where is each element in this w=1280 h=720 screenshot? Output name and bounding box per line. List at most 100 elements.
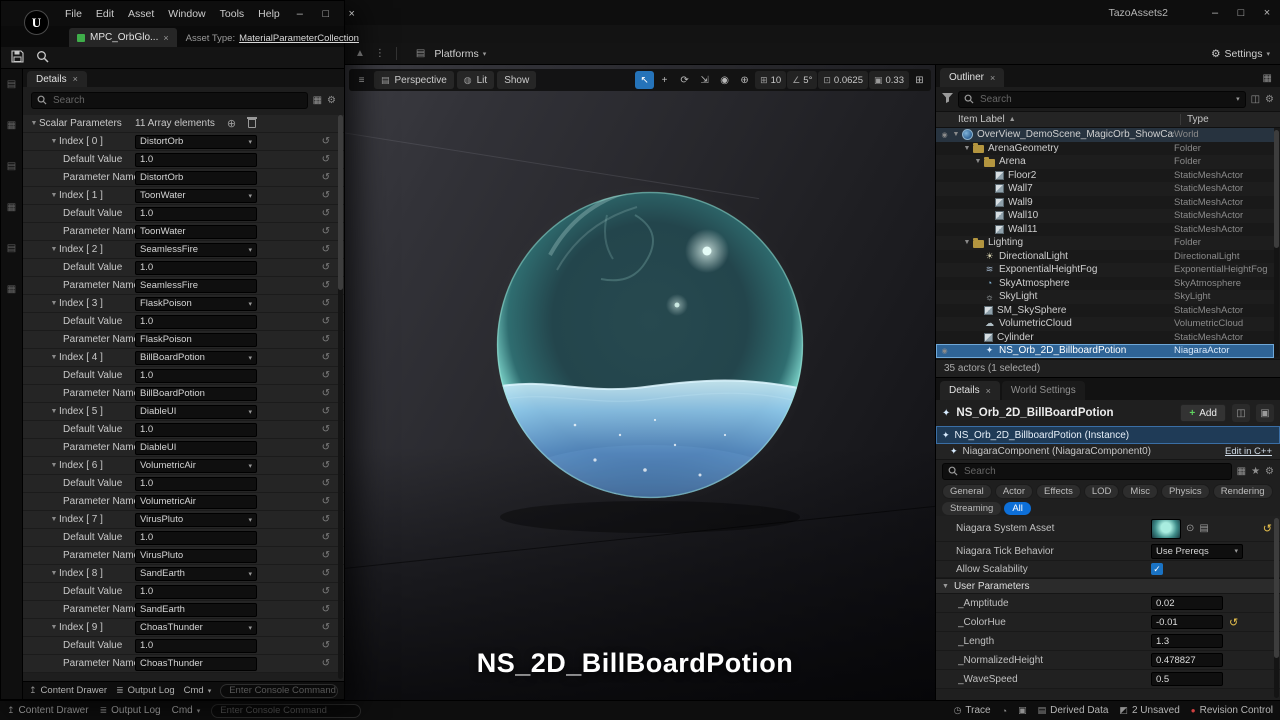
side-tab-icon[interactable]: ▤	[7, 161, 16, 172]
show-dropdown[interactable]: Show	[497, 71, 536, 89]
mpc-search-input[interactable]	[51, 94, 302, 107]
reset-icon[interactable]: ↺	[322, 334, 330, 345]
outliner-row[interactable]: ◉ ▼ Wall7 StaticMeshActor	[936, 182, 1274, 196]
details-search-input[interactable]	[962, 465, 1226, 478]
outliner-row[interactable]: ◉ ▼ VolumetricCloud VolumetricCloud	[936, 317, 1274, 331]
minimize-button[interactable]: –	[1202, 0, 1228, 25]
outliner-row[interactable]: ◉ ▼ ArenaGeometry Folder	[936, 142, 1274, 156]
level-viewport[interactable]: NS_2D_BillBoardPotion ≡ ▤ Perspective ◍ …	[345, 65, 935, 700]
user-parameter-value-field[interactable]: 1.3	[1151, 634, 1223, 648]
rotation-snap-control[interactable]: ∠ 5°	[787, 71, 817, 89]
filter-funnel-icon[interactable]	[942, 93, 953, 106]
reset-icon[interactable]: ↺	[322, 172, 330, 183]
outliner-row[interactable]: ◉ ▼ Wall10 StaticMeshActor	[936, 209, 1274, 223]
reset-icon[interactable]: ↺	[322, 190, 330, 201]
menu-item[interactable]: Tools	[213, 8, 252, 20]
details-settings-icon[interactable]: ⚙	[1265, 466, 1274, 477]
parameter-dropdown[interactable]: SandEarth ▾	[135, 567, 257, 581]
output-log-button[interactable]: ≣ Output Log	[116, 685, 175, 696]
expander-icon[interactable]: ▼	[49, 300, 59, 307]
default-value-field[interactable]: 1.0	[135, 153, 257, 167]
parameter-dropdown[interactable]: DistortOrb ▾	[135, 135, 257, 149]
content-drawer-button[interactable]: ↥ Content Drawer	[7, 705, 89, 716]
close-button[interactable]: ×	[1254, 0, 1280, 25]
tab-outliner[interactable]: Outliner ×	[940, 68, 1004, 87]
expander-icon[interactable]: ▼	[49, 192, 59, 199]
reset-icon[interactable]: ↺	[322, 532, 330, 543]
default-value-field[interactable]: 1.0	[135, 207, 257, 221]
reset-to-default-icon[interactable]: ↺	[1229, 616, 1238, 629]
snapshot-icon[interactable]: ▣	[1018, 705, 1027, 716]
add-element-icon[interactable]: ⊕	[227, 117, 236, 130]
asset-thumbnail[interactable]	[1151, 519, 1181, 539]
parameter-name-field[interactable]: VirusPluto	[135, 549, 257, 563]
tick-behavior-dropdown[interactable]: Use Prereqs ▾	[1151, 544, 1243, 559]
reset-icon[interactable]: ↺	[322, 226, 330, 237]
default-value-field[interactable]: 1.0	[135, 639, 257, 653]
details-scrollbar[interactable]	[1274, 518, 1279, 698]
reset-icon[interactable]: ↺	[322, 352, 330, 363]
side-tab-icon[interactable]: ▦	[7, 284, 16, 295]
dock-options-icon[interactable]: ▦	[1263, 73, 1272, 84]
scale-snap-control[interactable]: ⊡ 0.0625	[818, 71, 868, 89]
outliner-row[interactable]: ◉ ▼ Arena Folder	[936, 155, 1274, 169]
reset-icon[interactable]: ↺	[322, 442, 330, 453]
category-tab[interactable]: Effects	[1036, 484, 1081, 499]
menu-item[interactable]: File	[58, 8, 89, 20]
filter-all[interactable]: All	[1004, 502, 1031, 515]
details-lock-icon[interactable]: ▣	[1256, 404, 1274, 422]
side-tab-icon[interactable]: ▦	[7, 120, 16, 131]
section-user-parameters[interactable]: ▼ User Parameters	[936, 578, 1280, 594]
close-icon[interactable]: ×	[163, 33, 168, 43]
outliner-save-icon[interactable]: ◫	[1251, 94, 1260, 105]
parameter-index-row[interactable]: ▼ Index [ 0 ] DistortOrb ▾ ↺	[23, 133, 344, 151]
minimize-button[interactable]: –	[287, 1, 313, 26]
reset-icon[interactable]: ↺	[322, 514, 330, 525]
surface-snap-icon[interactable]: ⊕	[735, 71, 754, 89]
maximize-viewport-icon[interactable]: ⊞	[910, 71, 929, 89]
revision-control-button[interactable]: ● Revision Control	[1191, 705, 1273, 716]
category-tab[interactable]: Actor	[995, 484, 1033, 499]
parameter-dropdown[interactable]: SeamlessFire ▾	[135, 243, 257, 257]
reset-icon[interactable]: ↺	[322, 154, 330, 165]
category-tab[interactable]: General	[942, 484, 992, 499]
outliner-row[interactable]: ◉ ▼ NS_Orb_2D_BillboardPotion NiagaraAct…	[936, 344, 1274, 358]
parameter-name-field[interactable]: FlaskPoison	[135, 333, 257, 347]
select-tool-icon[interactable]: ↖	[635, 71, 654, 89]
parameter-index-row[interactable]: ▼ Index [ 8 ] SandEarth ▾ ↺	[23, 565, 344, 583]
allow-scalability-checkbox[interactable]: ✓	[1151, 563, 1163, 575]
menu-item[interactable]: Help	[251, 8, 287, 20]
menu-item[interactable]: Edit	[89, 8, 121, 20]
details-grid-icon[interactable]: ▦	[1237, 466, 1246, 477]
parameter-dropdown[interactable]: FlaskPoison ▾	[135, 297, 257, 311]
category-tab[interactable]: LOD	[1084, 484, 1120, 499]
parameter-index-row[interactable]: ▼ Index [ 2 ] SeamlessFire ▾ ↺	[23, 241, 344, 259]
parameter-index-row[interactable]: ▼ Index [ 4 ] BillBoardPotion ▾ ↺	[23, 349, 344, 367]
expander-icon[interactable]: ▼	[49, 516, 59, 523]
default-value-field[interactable]: 1.0	[135, 585, 257, 599]
asset-tab[interactable]: MPC_OrbGlo... ×	[69, 28, 177, 47]
side-tab-icon[interactable]: ▦	[7, 202, 16, 213]
reset-icon[interactable]: ↺	[322, 406, 330, 417]
outliner-row[interactable]: ◉ ▼ Lighting Folder	[936, 236, 1274, 250]
outliner-row[interactable]: ◉ ▼ Floor2 StaticMeshActor	[936, 169, 1274, 183]
outliner-row[interactable]: ◉ ▼ OverView_DemoScene_MagicOrb_ShowCase…	[936, 128, 1274, 142]
parameter-dropdown[interactable]: VirusPluto ▾	[135, 513, 257, 527]
column-type[interactable]: Type	[1180, 114, 1280, 125]
world-space-icon[interactable]: ◉	[715, 71, 734, 89]
favorites-star-icon[interactable]: ★	[1251, 466, 1260, 477]
expander-icon[interactable]: ▼	[962, 239, 972, 246]
reset-icon[interactable]: ↺	[322, 370, 330, 381]
expander-icon[interactable]: ▼	[962, 145, 972, 152]
more-options-icon[interactable]: ⋮	[375, 48, 385, 59]
outliner-row[interactable]: ◉ ▼ DirectionalLight DirectionalLight	[936, 250, 1274, 264]
parameter-index-row[interactable]: ▼ Index [ 9 ] ChoasThunder ▾ ↺	[23, 619, 344, 637]
parameter-index-row[interactable]: ▼ Index [ 5 ] DiableUI ▾ ↺	[23, 403, 344, 421]
reset-icon[interactable]: ↺	[322, 496, 330, 507]
parameter-name-field[interactable]: ToonWater	[135, 225, 257, 239]
default-value-field[interactable]: 1.0	[135, 261, 257, 275]
content-drawer-button[interactable]: ↥ Content Drawer	[29, 685, 107, 696]
chevron-down-icon[interactable]: ▾	[1236, 95, 1240, 103]
outliner-row[interactable]: ◉ ▼ SkyAtmosphere SkyAtmosphere	[936, 277, 1274, 291]
expander-icon[interactable]: ▼	[49, 624, 59, 631]
